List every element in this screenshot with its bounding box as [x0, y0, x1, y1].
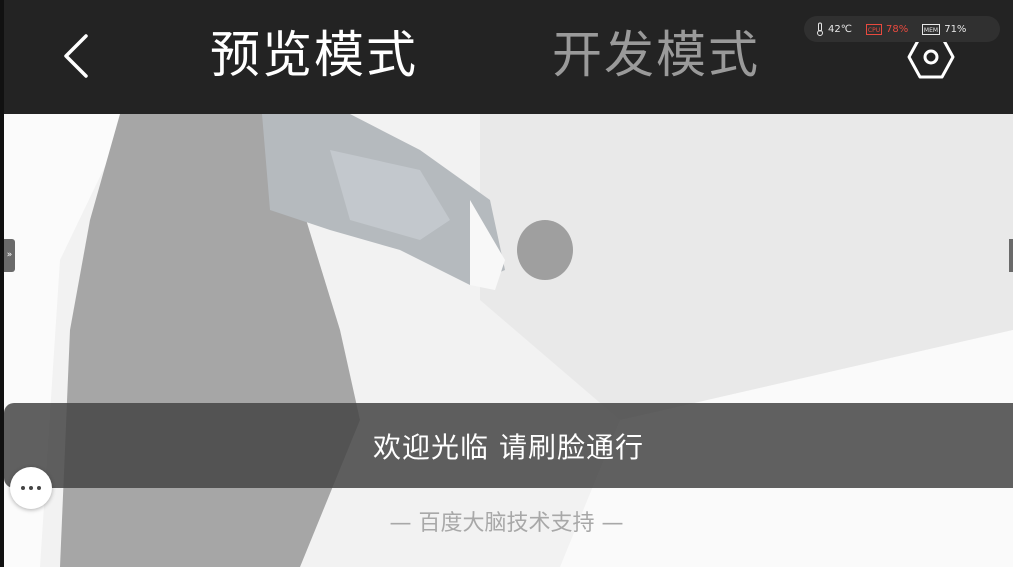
cpu-stat: CPU 78% [865, 23, 909, 35]
more-dots-icon [21, 486, 41, 490]
chevron-left-icon [64, 34, 88, 78]
left-drawer-handle[interactable]: » [4, 239, 15, 272]
back-button[interactable] [52, 26, 100, 86]
welcome-message: 欢迎光临 请刷脸通行 [373, 430, 644, 464]
tab-preview-label: 预览模式 [210, 26, 418, 84]
cpu-value: 78% [885, 23, 909, 35]
cpu-label: CPU [868, 27, 880, 34]
memory-icon: MEM [922, 23, 941, 35]
memory-value: 71% [944, 23, 967, 35]
system-status-bar: 42℃ CPU 78% MEM 71% [804, 16, 1000, 42]
thermometer-icon [816, 22, 824, 36]
tab-developer-label: 开发模式 [552, 26, 760, 84]
memory-stat: MEM 71% [922, 23, 967, 35]
cpu-icon: CPU [865, 23, 882, 35]
more-options-button[interactable] [10, 467, 52, 509]
powered-by-credit: — 百度大脑技术支持 — [389, 511, 624, 536]
temperature-stat: 42℃ [816, 22, 852, 36]
tab-preview-mode[interactable]: 预览模式 [210, 20, 426, 92]
temperature-value: 42℃ [828, 23, 852, 35]
face-recognition-screen: 预览模式 开发模式 42℃ CPU 78% MEM 71% » 欢迎光临 请刷脸… [0, 0, 1013, 567]
welcome-banner: 欢迎光临 请刷脸通行 [4, 403, 1013, 488]
double-chevron-right-icon: » [6, 250, 13, 260]
right-drawer-handle[interactable] [1009, 239, 1013, 272]
tab-developer-mode[interactable]: 开发模式 [552, 20, 760, 90]
memory-label: MEM [924, 27, 938, 34]
